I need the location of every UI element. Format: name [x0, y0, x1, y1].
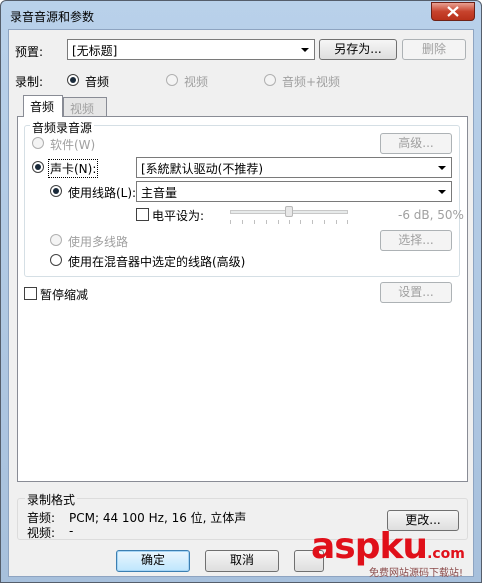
use-line-radio[interactable] — [50, 185, 62, 197]
software-label: 软件(W) — [50, 138, 96, 152]
level-slider-ticks — [230, 220, 348, 224]
record-label: 录制: — [15, 75, 44, 89]
line-value: 主音量 — [141, 186, 178, 200]
record-audio-label: 音频 — [85, 75, 110, 89]
driver-value: [系統默认驱动(不推荐) — [141, 162, 264, 176]
chevron-down-icon — [438, 166, 446, 170]
soundcard-radio[interactable] — [32, 161, 44, 173]
dialog-window: 录音音源和参数 预置: [无标题] 另存为... 删除 录制: 音频 视频 音频… — [0, 0, 482, 583]
dialog-client-area: 预置: [无标题] 另存为... 删除 录制: 音频 视频 音频+视频 音频 视… — [8, 29, 474, 579]
format-group-title: 录制格式 — [25, 491, 78, 508]
pause-fade-settings-button[interactable]: 设置... — [380, 282, 452, 303]
radio-selected-dot — [70, 77, 76, 83]
mixer-line-radio[interactable] — [50, 254, 62, 266]
tab-audio-label: 音频 — [30, 100, 55, 114]
mixer-line-label: 使用在混音器中选定的线路(高级) — [68, 255, 246, 269]
close-icon — [447, 6, 459, 17]
select-lines-button[interactable]: 选择... — [380, 230, 452, 251]
record-audio-video-label: 音频+视频 — [282, 75, 341, 89]
preset-value: [无标题] — [72, 44, 118, 58]
pause-fade-checkbox[interactable] — [24, 287, 37, 300]
watermark-domain: .com — [427, 546, 465, 562]
multi-line-radio[interactable] — [50, 234, 62, 246]
close-button[interactable] — [431, 2, 475, 21]
driver-select[interactable]: [系統默认驱动(不推荐) — [136, 157, 452, 178]
level-slider-thumb[interactable] — [285, 206, 293, 217]
window-title: 录音音源和参数 — [10, 10, 95, 24]
advanced-button[interactable]: 高级... — [380, 133, 452, 154]
preset-label: 预置: — [15, 45, 44, 59]
record-audio-radio[interactable] — [67, 74, 79, 86]
delete-button[interactable]: 删除 — [402, 39, 466, 60]
use-line-label: 使用线路(L): — [68, 186, 137, 200]
format-audio-value: PCM; 44 100 Hz, 16 位, 立体声 — [69, 511, 247, 525]
line-select[interactable]: 主音量 — [136, 181, 452, 202]
format-video-label: 视频: — [27, 526, 56, 540]
level-checkbox[interactable] — [136, 208, 149, 221]
soundcard-label: 声卡(N): — [48, 159, 99, 178]
chevron-down-icon — [438, 190, 446, 194]
watermark-tagline: 免费网站源码下载站! — [369, 568, 464, 579]
radio-selected-dot — [35, 164, 41, 170]
cancel-button[interactable]: 取消 — [205, 550, 279, 572]
tab-audio[interactable]: 音频 — [23, 95, 63, 117]
save-as-button[interactable]: 另存为... — [319, 39, 397, 60]
pause-fade-label: 暂停缩减 — [40, 288, 89, 302]
software-radio[interactable] — [32, 137, 44, 149]
tab-video[interactable]: 视频 — [63, 97, 107, 117]
radio-selected-dot — [53, 188, 59, 194]
record-video-radio[interactable] — [166, 74, 178, 86]
level-label: 电平设为: — [152, 209, 205, 223]
record-video-label: 视频 — [184, 75, 209, 89]
record-audio-video-radio[interactable] — [264, 74, 276, 86]
audio-tab-panel: 音频录音源 软件(W) 高级... 声卡(N): [系統默认驱动(不推荐) 使用… — [17, 116, 468, 482]
multi-line-label: 使用多线路 — [68, 235, 129, 249]
chevron-down-icon — [301, 48, 309, 52]
format-video-value: - — [69, 524, 74, 538]
tab-video-label: 视频 — [70, 102, 95, 116]
audio-source-group-title: 音频录音源 — [30, 119, 95, 136]
title-bar[interactable]: 录音音源和参数 — [1, 1, 481, 29]
level-readout: -6 dB, 50% — [398, 208, 464, 222]
watermark-logo: aspku.com — [311, 526, 465, 567]
ok-button[interactable]: 确定 — [116, 550, 190, 572]
watermark-brand: aspku — [311, 526, 428, 567]
preset-select[interactable]: [无标题] — [67, 39, 315, 60]
